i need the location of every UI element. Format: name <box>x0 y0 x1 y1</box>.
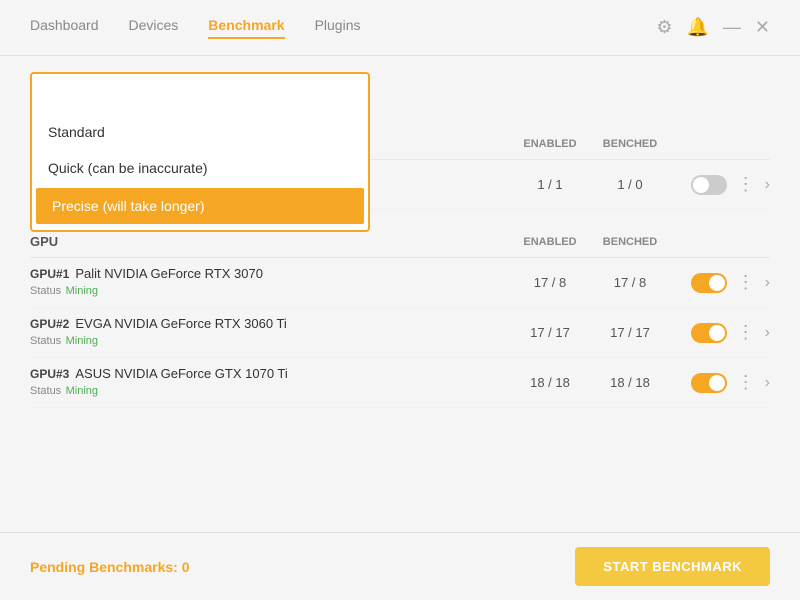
gpu-1-device-enabled: 17 / 17 <box>510 325 590 340</box>
cpu-device-enabled: 1 / 1 <box>510 177 590 192</box>
gpu-device-row-0: GPU#1 Palit NVIDIA GeForce RTX 3070 Stat… <box>30 258 770 308</box>
cpu-dots-menu[interactable]: ⋮ <box>735 174 757 195</box>
gpu-2-status-line: Status Mining <box>30 381 510 399</box>
gpu-0-device-id: GPU#1 <box>30 267 69 281</box>
dropdown-item-quick[interactable]: Quick (can be inaccurate) <box>32 150 368 186</box>
gpu-2-device-status: Mining <box>66 385 98 397</box>
gpu-0-device-benched: 17 / 8 <box>590 275 670 290</box>
gpu-1-dots-menu[interactable]: ⋮ <box>735 322 757 343</box>
gpu-0-device-enabled: 17 / 8 <box>510 275 590 290</box>
cpu-col-enabled: ENABLED <box>510 138 590 150</box>
start-benchmark-button[interactable]: START BENCHMARK <box>575 547 770 586</box>
gpu-0-device-actions: ⋮ › <box>670 272 770 293</box>
cpu-toggle[interactable] <box>691 175 727 195</box>
gpu-1-device-status: Mining <box>66 335 98 347</box>
gpu-col-benched: BENCHED <box>590 236 670 248</box>
gpu-0-device-info: GPU#1 Palit NVIDIA GeForce RTX 3070 Stat… <box>30 266 510 299</box>
dropdown-item-precise[interactable]: Precise (will take longer) <box>36 188 364 224</box>
gpu-1-toggle-knob <box>709 325 725 341</box>
gpu-2-name-line: GPU#3 ASUS NVIDIA GeForce GTX 1070 Ti <box>30 366 510 381</box>
gpu-section: GPU ENABLED BENCHED GPU#1 Palit NVIDIA G… <box>30 226 770 408</box>
dropdown-menu: Standard Quick (can be inaccurate) Preci… <box>30 72 370 232</box>
gpu-col-enabled: ENABLED <box>510 236 590 248</box>
gpu-2-device-name: ASUS NVIDIA GeForce GTX 1070 Ti <box>75 366 287 381</box>
gpu-1-device-actions: ⋮ › <box>670 322 770 343</box>
gpu-0-toggle[interactable] <box>691 273 727 293</box>
gpu-1-status-label: Status <box>30 335 61 347</box>
minimize-icon[interactable]: — <box>723 17 741 38</box>
cpu-chevron-right[interactable]: › <box>765 176 770 194</box>
benchmark-type-container: Standard Quick (can be inaccurate) Preci… <box>30 72 770 112</box>
gpu-1-device-id: GPU#2 <box>30 317 69 331</box>
tab-plugins[interactable]: Plugins <box>315 17 361 39</box>
gpu-0-device-status: Mining <box>66 285 98 297</box>
gpu-device-row-2: GPU#3 ASUS NVIDIA GeForce GTX 1070 Ti St… <box>30 358 770 408</box>
gpu-1-toggle[interactable] <box>691 323 727 343</box>
nav-tabs: Dashboard Devices Benchmark Plugins <box>30 17 656 39</box>
gpu-1-device-name: EVGA NVIDIA GeForce RTX 3060 Ti <box>75 316 286 331</box>
gpu-2-status-label: Status <box>30 385 61 397</box>
gpu-1-name-line: GPU#2 EVGA NVIDIA GeForce RTX 3060 Ti <box>30 316 510 331</box>
gpu-0-chevron-right[interactable]: › <box>765 274 770 292</box>
gpu-2-device-actions: ⋮ › <box>670 372 770 393</box>
gpu-2-toggle[interactable] <box>691 373 727 393</box>
gpu-0-device-name: Palit NVIDIA GeForce RTX 3070 <box>75 266 263 281</box>
bell-icon[interactable]: 🔔 <box>686 17 708 38</box>
app-window: Dashboard Devices Benchmark Plugins ⚙ 🔔 … <box>0 0 800 600</box>
gpu-2-device-benched: 18 / 18 <box>590 375 670 390</box>
gpu-0-status-line: Status Mining <box>30 281 510 299</box>
gpu-section-title: GPU <box>30 234 510 249</box>
gpu-1-device-info: GPU#2 EVGA NVIDIA GeForce RTX 3060 Ti St… <box>30 316 510 349</box>
gpu-2-device-info: GPU#3 ASUS NVIDIA GeForce GTX 1070 Ti St… <box>30 366 510 399</box>
cpu-col-benched: BENCHED <box>590 138 670 150</box>
dropdown-item-standard[interactable]: Standard <box>32 114 368 150</box>
gpu-0-status-label: Status <box>30 285 61 297</box>
gpu-2-dots-menu[interactable]: ⋮ <box>735 372 757 393</box>
gpu-2-chevron-right[interactable]: › <box>765 374 770 392</box>
gpu-1-status-line: Status Mining <box>30 331 510 349</box>
gpu-1-device-benched: 17 / 17 <box>590 325 670 340</box>
gpu-2-toggle-knob <box>709 375 725 391</box>
pending-label: Pending Benchmarks: 0 <box>30 559 190 575</box>
nav-bar: Dashboard Devices Benchmark Plugins ⚙ 🔔 … <box>0 0 800 56</box>
gpu-device-row-1: GPU#2 EVGA NVIDIA GeForce RTX 3060 Ti St… <box>30 308 770 358</box>
cpu-device-benched: 1 / 0 <box>590 177 670 192</box>
gpu-0-name-line: GPU#1 Palit NVIDIA GeForce RTX 3070 <box>30 266 510 281</box>
cpu-device-actions: ⋮ › <box>670 174 770 195</box>
gpu-2-device-enabled: 18 / 18 <box>510 375 590 390</box>
gpu-0-toggle-knob <box>709 275 725 291</box>
footer: Pending Benchmarks: 0 START BENCHMARK <box>0 532 800 600</box>
gpu-1-chevron-right[interactable]: › <box>765 324 770 342</box>
gpu-2-device-id: GPU#3 <box>30 367 69 381</box>
settings-icon[interactable]: ⚙ <box>656 17 672 38</box>
close-icon[interactable]: ✕ <box>755 17 770 38</box>
cpu-toggle-knob <box>693 177 709 193</box>
main-content: Standard Quick (can be inaccurate) Preci… <box>0 56 800 532</box>
tab-devices[interactable]: Devices <box>129 17 179 39</box>
gpu-0-dots-menu[interactable]: ⋮ <box>735 272 757 293</box>
nav-actions: ⚙ 🔔 — ✕ <box>656 17 770 38</box>
tab-dashboard[interactable]: Dashboard <box>30 17 99 39</box>
tab-benchmark[interactable]: Benchmark <box>208 17 284 39</box>
